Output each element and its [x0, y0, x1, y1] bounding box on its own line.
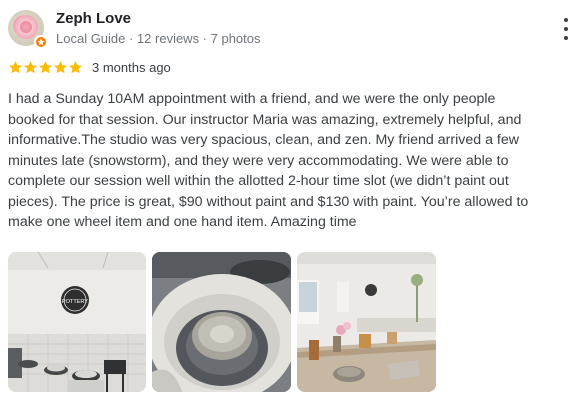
review-photo-bowl[interactable] — [152, 252, 291, 392]
bowl-photo-image — [152, 252, 291, 392]
star-rating — [8, 60, 83, 75]
review-photo-table[interactable] — [297, 252, 436, 392]
table-photo-image — [297, 252, 436, 392]
star-icon — [69, 61, 82, 74]
star-icon — [9, 61, 22, 74]
reviewer-avatar[interactable] — [8, 10, 48, 49]
studio-photo-image: POTTERY — [8, 252, 146, 392]
studio-sign-text: POTTERY — [62, 299, 88, 305]
reviewer-meta[interactable]: Local Guide · 12 reviews · 7 photos — [56, 31, 261, 46]
star-icon — [39, 61, 52, 74]
review-time: 3 months ago — [92, 60, 171, 75]
review-photo-studio[interactable]: POTTERY — [8, 252, 146, 392]
local-guide-badge-icon — [34, 35, 48, 49]
more-vert-icon[interactable] — [558, 18, 574, 40]
star-icon — [24, 61, 37, 74]
rating-row: 3 months ago — [8, 60, 171, 75]
rose-avatar-image — [14, 15, 38, 39]
review-text: I had a Sunday 10AM appointment with a f… — [8, 91, 529, 230]
star-icon — [54, 61, 67, 74]
reviewer-name[interactable]: Zeph Love — [56, 10, 131, 27]
